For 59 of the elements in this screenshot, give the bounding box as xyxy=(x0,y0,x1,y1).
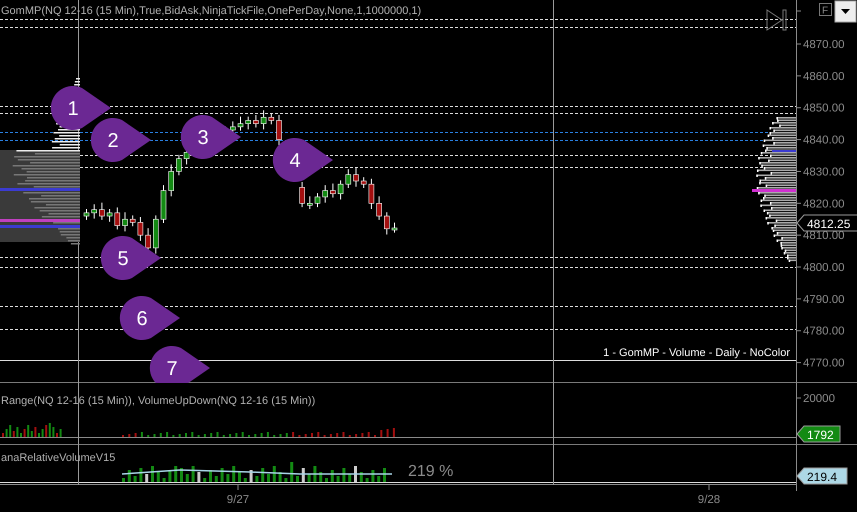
candle xyxy=(376,196,382,220)
numbered-marker: 3 xyxy=(180,115,241,159)
candle xyxy=(168,164,174,197)
axis-label: 4870.00 xyxy=(803,39,845,51)
candle xyxy=(392,222,398,234)
numbered-marker: 6 xyxy=(120,296,180,340)
candle xyxy=(138,216,144,242)
axis-label: 4840.00 xyxy=(803,134,845,147)
candle xyxy=(368,178,374,210)
numbered-marker: 1 xyxy=(50,86,111,130)
time-axis-label: 9/28 xyxy=(698,494,720,506)
float-button[interactable]: F xyxy=(819,3,832,16)
numbered-marker: 2 xyxy=(90,118,151,162)
axis-label: 4850.00 xyxy=(803,102,845,115)
candle xyxy=(114,206,120,230)
candle xyxy=(307,196,313,210)
candle xyxy=(322,184,328,204)
candle xyxy=(106,208,112,222)
candle xyxy=(245,116,251,130)
candle xyxy=(153,214,159,254)
last-value-label: 1792 xyxy=(796,426,840,442)
candle xyxy=(253,114,259,128)
candle xyxy=(268,112,274,125)
candle xyxy=(346,168,352,188)
profile-label: 1 - GomMP - Volume - Daily - NoColor xyxy=(603,347,790,359)
axis-label: 4780.00 xyxy=(803,326,845,338)
candle xyxy=(99,202,105,220)
numbered-marker: 4 xyxy=(272,138,333,182)
axis-label: 4860.00 xyxy=(803,70,845,83)
axis-label: 4800.00 xyxy=(803,262,845,274)
candle xyxy=(353,167,359,188)
axis-label: 4830.00 xyxy=(803,166,845,178)
candle xyxy=(299,181,305,208)
axis-label: 4770.00 xyxy=(803,358,845,370)
last-price-label: 4812.25 xyxy=(796,214,857,232)
candle xyxy=(238,116,244,132)
axis-label: 4820.00 xyxy=(803,198,845,210)
candle xyxy=(122,212,128,232)
candle xyxy=(176,154,182,176)
scroll-to-end-icon[interactable] xyxy=(766,9,786,31)
numbered-marker: 5 xyxy=(100,236,161,280)
candle xyxy=(260,110,266,130)
time-axis-label: 9/27 xyxy=(226,494,250,506)
numbered-marker: 7 xyxy=(150,346,210,383)
candle xyxy=(338,180,344,200)
axis-label: 20000 xyxy=(803,393,835,405)
candle xyxy=(384,212,390,236)
candle xyxy=(276,114,282,146)
axis-label: 4790.00 xyxy=(803,294,845,306)
candle xyxy=(314,192,320,208)
relative-volume-reading: 219 % xyxy=(408,463,454,480)
candle xyxy=(91,204,97,220)
candle xyxy=(160,184,166,224)
last-value-label: 219.4 xyxy=(796,468,848,484)
candle xyxy=(84,208,90,220)
dropdown-button[interactable] xyxy=(834,0,856,22)
candle xyxy=(360,176,366,188)
candle xyxy=(130,214,136,227)
candle xyxy=(330,183,336,198)
